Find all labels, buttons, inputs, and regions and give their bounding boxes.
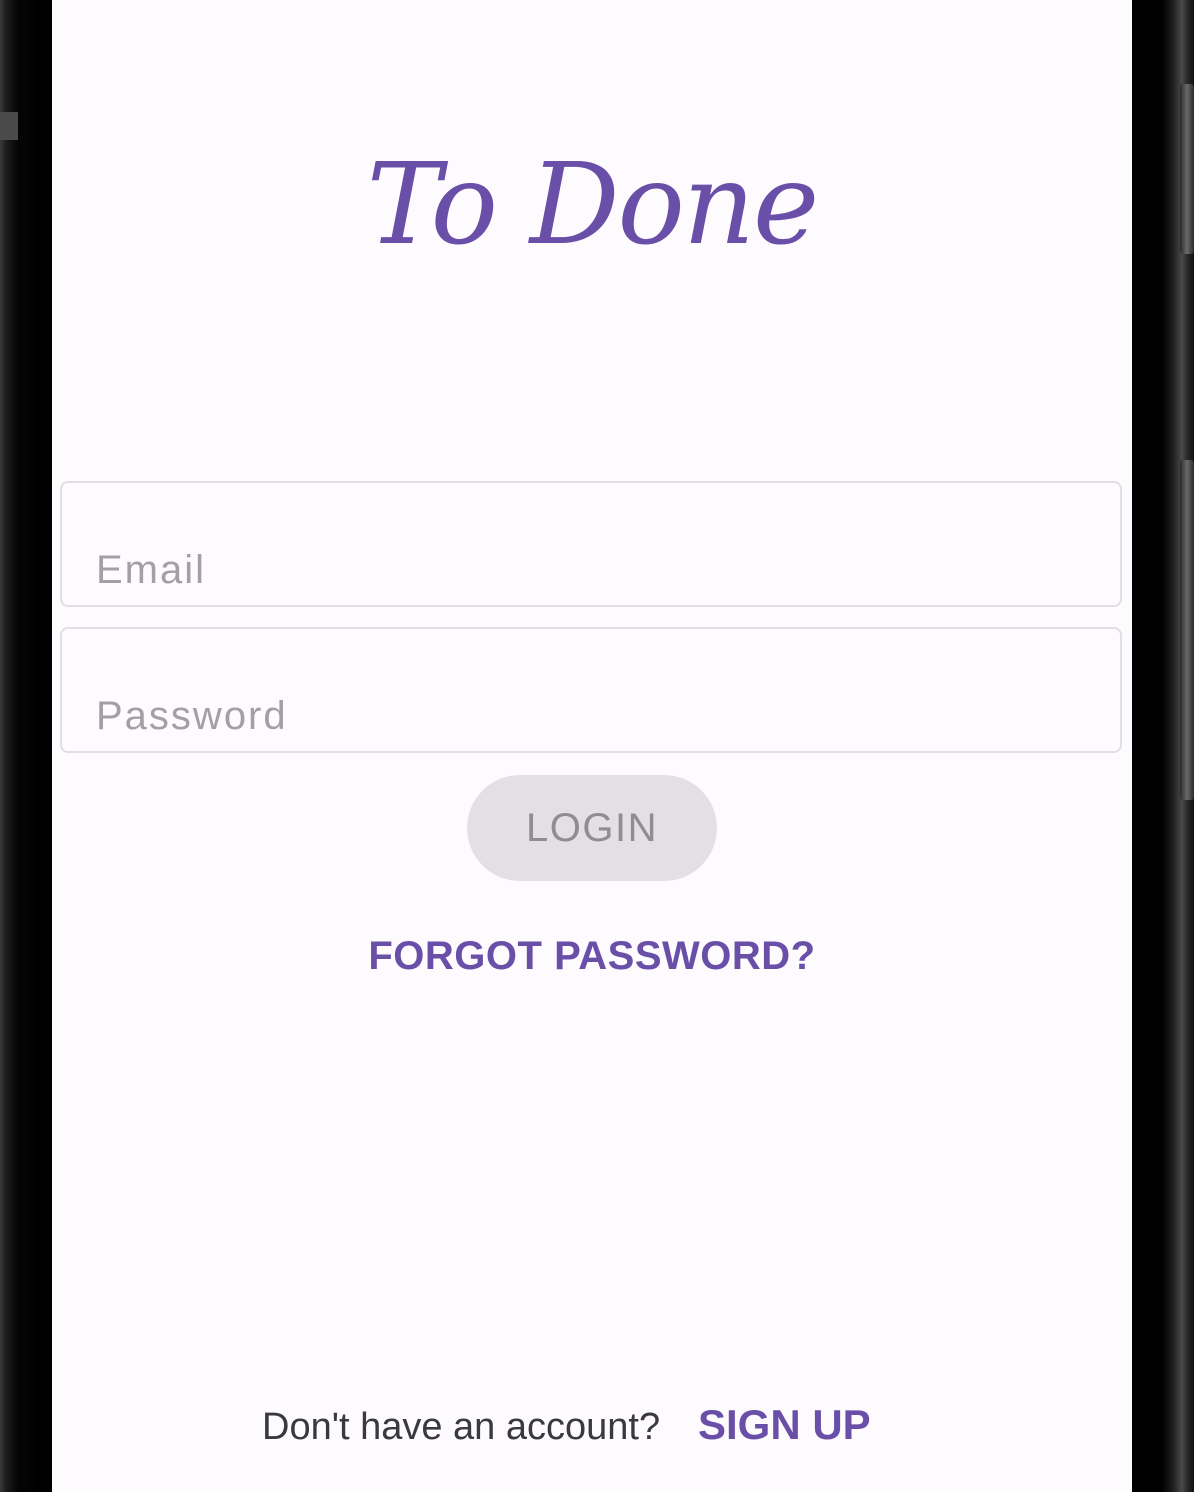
password-input[interactable] bbox=[62, 629, 1120, 751]
volume-button bbox=[1180, 460, 1194, 800]
phone-frame: To Done LOGIN FORGOT PASSWORD? Don't hav… bbox=[0, 0, 1194, 1492]
sign-up-link[interactable]: SIGN UP bbox=[698, 1398, 871, 1452]
power-button bbox=[1180, 84, 1194, 254]
email-input[interactable] bbox=[62, 483, 1120, 605]
no-account-prompt: Don't have an account? bbox=[262, 1406, 661, 1448]
email-field[interactable] bbox=[60, 481, 1122, 607]
forgot-password-link[interactable]: FORGOT PASSWORD? bbox=[52, 928, 1132, 984]
app-logo: To Done bbox=[366, 140, 820, 270]
password-field[interactable] bbox=[60, 627, 1122, 753]
login-screen: To Done LOGIN FORGOT PASSWORD? Don't hav… bbox=[52, 0, 1132, 1492]
login-button[interactable]: LOGIN bbox=[467, 775, 717, 881]
device-bezel-left bbox=[0, 0, 52, 1492]
device-edge-notch bbox=[0, 112, 18, 140]
